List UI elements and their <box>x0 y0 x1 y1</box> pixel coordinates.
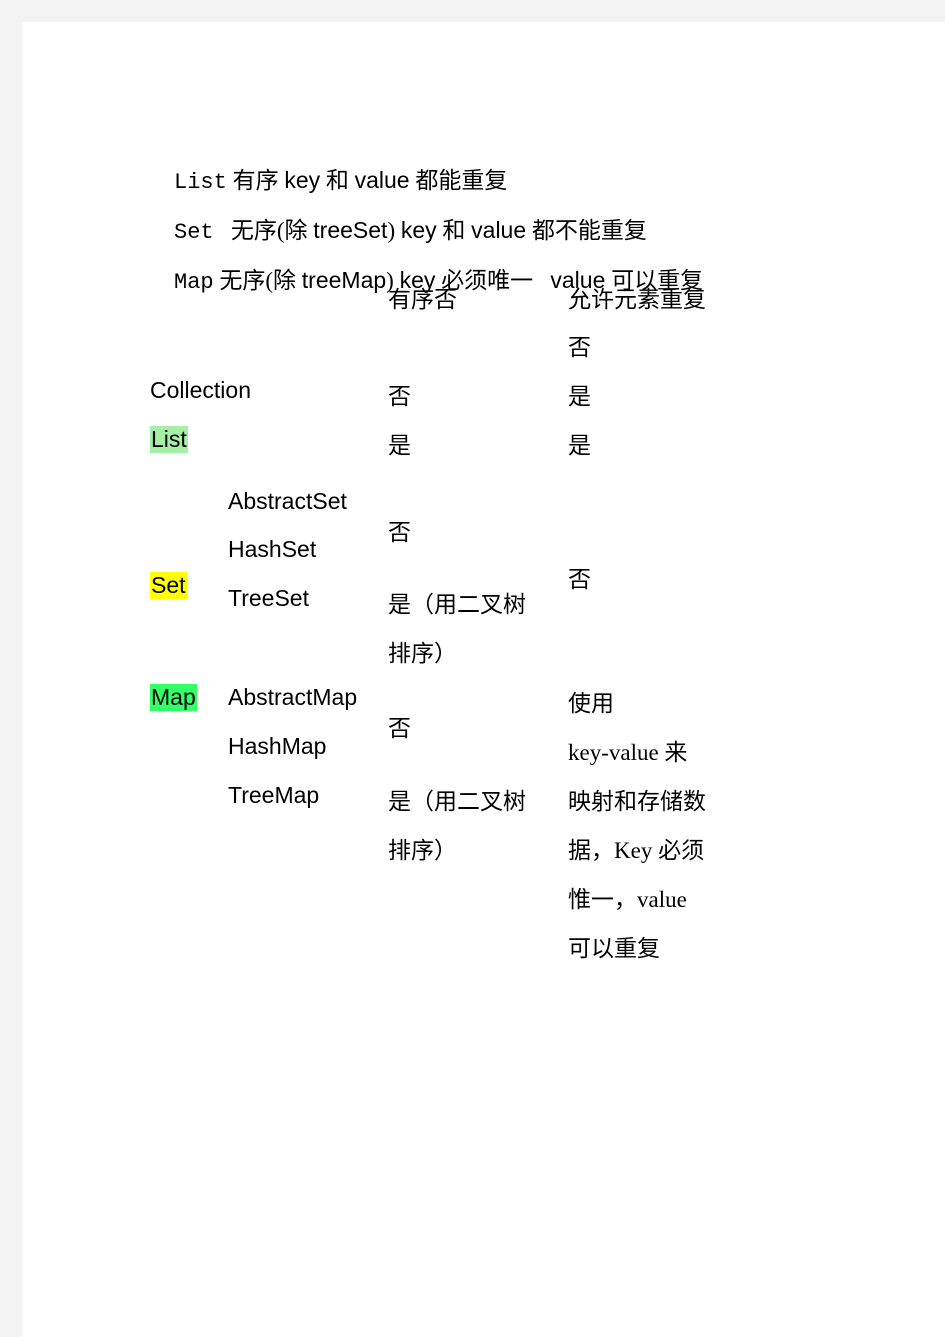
map-duplicates-line-4: 据，Key 必须 <box>568 838 705 863</box>
set-ordered-tree-line1: 是（用二叉树 <box>388 592 526 617</box>
map-class-abstractmap: AbstractMap <box>228 684 358 710</box>
group-label-set: Set <box>150 572 187 599</box>
intro-seg: key <box>284 167 321 193</box>
document-page: List 有序 key 和 value 都能重复 Set 无序(除 treeSe… <box>22 22 945 1337</box>
collections-comparison-table: 有序否 允许元素重复 否 Collection 否 是 List 是 是 Set… <box>150 280 910 984</box>
intro-seg: value <box>354 167 410 193</box>
set-class-treeset: TreeSet <box>228 585 309 611</box>
map-duplicates-line-6: 可以重复 <box>568 936 660 961</box>
cell-ordered: 是 <box>388 433 411 458</box>
intro-seg: 和 <box>320 168 355 193</box>
map-class-hashmap: HashMap <box>228 733 327 759</box>
header-extra-value: 否 <box>568 335 591 360</box>
table-header-extra-row: 否 <box>150 328 910 377</box>
intro-seg: 和 <box>436 218 472 243</box>
intro-seg: treeSet <box>313 217 388 243</box>
set-ordered-tree-line2: 排序） <box>388 641 457 666</box>
map-duplicates-line-1: 使用 <box>568 691 614 716</box>
table-group-set: Set AbstractSet HashSet TreeSet 否 是（用二叉树… <box>150 488 910 684</box>
intro-paragraph: List 有序 key 和 value 都能重复 Set 无序(除 treeSe… <box>150 105 890 295</box>
intro-seg: 无序(除 <box>213 218 314 243</box>
intro-seg: key <box>400 217 437 243</box>
intro-seg: value <box>471 217 527 243</box>
map-duplicates-line-2: key-value 来 <box>568 740 688 765</box>
intro-head-list: List <box>174 170 227 195</box>
group-label-map: Map <box>150 684 197 711</box>
table-row: Collection 否 是 <box>150 377 910 426</box>
set-duplicates: 否 <box>568 567 591 592</box>
table-row: List 是 是 <box>150 426 910 488</box>
intro-line-list: List 有序 key 和 value 都能重复 <box>150 105 890 195</box>
set-class-abstractset: AbstractSet <box>228 488 347 514</box>
intro-seg: 都能重复 <box>409 168 508 193</box>
intro-head-set: Set <box>174 220 214 245</box>
map-ordered-tree-line2: 排序） <box>388 838 457 863</box>
cell-ordered: 否 <box>388 384 411 409</box>
column-header-ordered: 有序否 <box>388 287 457 312</box>
set-ordered-first: 否 <box>388 520 411 545</box>
set-class-hashset: HashSet <box>228 536 317 562</box>
row-label-list: List <box>150 426 188 453</box>
map-class-treemap: TreeMap <box>228 782 320 808</box>
intro-seg: ) <box>387 218 401 243</box>
map-ordered-first: 否 <box>388 716 411 741</box>
map-duplicates-line-3: 映射和存储数 <box>568 789 706 814</box>
cell-duplicates: 是 <box>568 433 591 458</box>
intro-seg: 都不能重复 <box>526 218 647 243</box>
row-label-collection: Collection <box>150 377 251 403</box>
cell-duplicates: 是 <box>568 384 591 409</box>
intro-seg: 有序 <box>226 168 285 193</box>
map-duplicates-line-5: 惟一，value <box>568 887 687 912</box>
column-header-duplicates: 允许元素重复 <box>568 287 706 312</box>
map-ordered-tree-line1: 是（用二叉树 <box>388 789 526 814</box>
table-header-row: 有序否 允许元素重复 <box>150 280 910 328</box>
table-group-map: Map AbstractMap HashMap TreeMap 否 是（用二叉树… <box>150 684 910 984</box>
